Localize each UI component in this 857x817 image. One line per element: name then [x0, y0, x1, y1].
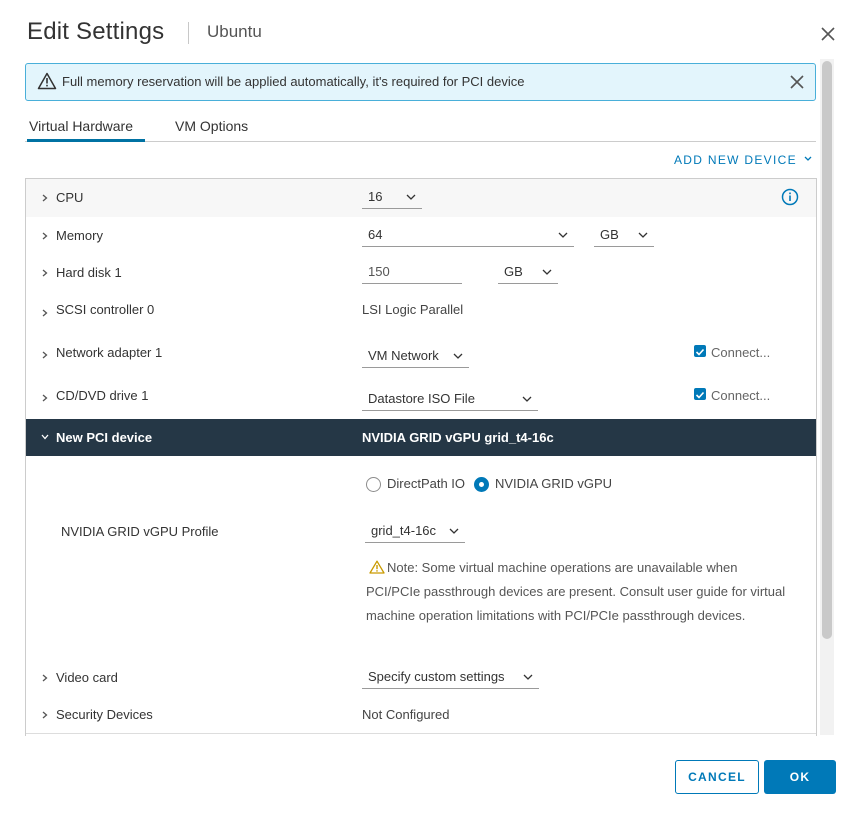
alert-text: Full memory reservation will be applied …: [62, 74, 525, 89]
chevron-down-icon: [542, 269, 552, 275]
chevron-down-icon: [638, 232, 648, 238]
security-value: Not Configured: [362, 707, 450, 722]
memory-unit-select[interactable]: GB: [594, 226, 654, 247]
cpu-label: CPU: [56, 190, 84, 205]
pci-type-row: DirectPath IO NVIDIA GRID vGPU: [26, 456, 816, 514]
alert-banner: Full memory reservation will be applied …: [25, 63, 816, 101]
chevron-down-icon: [522, 396, 532, 402]
hard-disk-size-input[interactable]: 150: [362, 263, 462, 284]
cddvd-label: CD/DVD drive 1: [56, 388, 149, 403]
hardware-row-network[interactable]: Network adapter 1 VM Network Connect...: [26, 333, 816, 377]
hard-disk-label: Hard disk 1: [56, 265, 122, 280]
chevron-right-icon[interactable]: [41, 269, 49, 277]
cpu-value: 16: [368, 189, 383, 204]
warning-icon: [37, 72, 57, 90]
title-divider: [188, 22, 189, 44]
chevron-right-icon[interactable]: [41, 394, 49, 402]
chevron-down-icon: [804, 156, 811, 161]
nvidia-grid-vgpu-label: NVIDIA GRID vGPU: [495, 476, 613, 491]
hardware-row-video[interactable]: Video card Specify custom settings: [26, 659, 816, 697]
chevron-right-icon[interactable]: [41, 194, 49, 202]
ok-button[interactable]: OK: [764, 760, 836, 794]
chevron-right-icon[interactable]: [41, 711, 49, 719]
security-label: Security Devices: [56, 707, 153, 722]
cancel-button[interactable]: CANCEL: [675, 760, 759, 794]
pci-profile-row: NVIDIA GRID vGPU Profile grid_t4-16c: [26, 513, 816, 551]
hardware-row-cpu[interactable]: CPU 16: [26, 179, 816, 218]
cddvd-connect-checkbox[interactable]: [694, 388, 706, 400]
network-select[interactable]: VM Network: [362, 347, 469, 368]
checkbox-checked-icon: [695, 391, 705, 399]
pci-value: NVIDIA GRID vGPU grid_t4-16c: [362, 430, 554, 445]
hardware-row-memory[interactable]: Memory 64 GB: [26, 217, 816, 255]
chevron-right-icon[interactable]: [41, 232, 49, 240]
chevron-down-icon: [449, 528, 459, 534]
profile-label: NVIDIA GRID vGPU Profile: [61, 524, 219, 539]
hardware-row-cddvd[interactable]: CD/DVD drive 1 Datastore ISO File Connec…: [26, 376, 816, 420]
profile-value: grid_t4-16c: [371, 523, 437, 538]
chevron-right-icon[interactable]: [41, 674, 49, 682]
pci-note-row: Note: Some virtual machine operations ar…: [26, 550, 816, 660]
video-label: Video card: [56, 670, 118, 685]
close-icon[interactable]: [818, 24, 838, 44]
warning-icon: [369, 560, 385, 574]
directpath-io-label: DirectPath IO: [387, 476, 466, 491]
scrollbar-thumb[interactable]: [822, 61, 832, 639]
memory-input[interactable]: 64: [362, 226, 574, 247]
info-icon[interactable]: [781, 188, 799, 206]
video-select[interactable]: Specify custom settings: [362, 668, 539, 689]
chevron-down-icon[interactable]: [41, 433, 49, 441]
cddvd-value: Datastore ISO File: [368, 391, 475, 406]
network-label: Network adapter 1: [56, 345, 163, 360]
dialog-subtitle: Ubuntu: [207, 22, 262, 41]
cpu-select[interactable]: 16: [362, 188, 422, 209]
hard-disk-unit-select[interactable]: GB: [498, 263, 558, 284]
add-new-device-label: ADD NEW DEVICE: [674, 153, 797, 167]
pci-label: New PCI device: [56, 430, 153, 445]
memory-value: 64: [368, 227, 383, 242]
network-connect-checkbox[interactable]: [694, 345, 706, 357]
chevron-down-icon: [406, 194, 416, 200]
pci-note-text: Note: Some virtual machine operations ar…: [366, 560, 786, 623]
video-value: Specify custom settings: [368, 669, 505, 684]
hardware-row-security[interactable]: Security Devices Not Configured: [26, 696, 816, 734]
tab-vm-options[interactable]: VM Options: [175, 118, 248, 134]
checkbox-checked-icon: [695, 348, 705, 356]
scsi-value: LSI Logic Parallel: [362, 302, 464, 317]
hardware-list: CPU 16 Memory 64 GB Hard disk 1 150 GB S…: [25, 178, 817, 736]
scsi-label: SCSI controller 0: [56, 302, 155, 317]
chevron-down-icon: [523, 674, 533, 680]
profile-select[interactable]: grid_t4-16c: [365, 522, 465, 543]
network-value: VM Network: [368, 348, 439, 363]
alert-close-icon[interactable]: [790, 75, 804, 89]
tab-virtual-hardware[interactable]: Virtual Hardware: [29, 118, 133, 134]
chevron-right-icon[interactable]: [41, 309, 49, 317]
hardware-row-pci[interactable]: New PCI device NVIDIA GRID vGPU grid_t4-…: [26, 419, 816, 456]
dialog-title: Edit Settings: [27, 18, 165, 45]
add-new-device-button[interactable]: ADD NEW DEVICE: [674, 153, 812, 167]
active-tab-indicator: [27, 139, 145, 142]
cddvd-connect-label: Connect...: [711, 388, 771, 403]
radio-directpath-io[interactable]: [366, 477, 381, 492]
pci-note: Note: Some virtual machine operations ar…: [366, 556, 786, 628]
hardware-row-scsi[interactable]: SCSI controller 0 LSI Logic Parallel: [26, 291, 816, 334]
memory-unit: GB: [600, 227, 619, 242]
hard-disk-value: 150: [368, 264, 390, 279]
chevron-down-icon: [558, 232, 568, 238]
memory-label: Memory: [56, 228, 103, 243]
chevron-down-icon: [453, 353, 463, 359]
hard-disk-unit: GB: [504, 264, 523, 279]
cddvd-select[interactable]: Datastore ISO File: [362, 390, 538, 411]
hardware-row-hard-disk[interactable]: Hard disk 1 150 GB: [26, 254, 816, 292]
network-connect-label: Connect...: [711, 345, 771, 360]
radio-nvidia-grid-vgpu[interactable]: [474, 477, 489, 492]
chevron-right-icon[interactable]: [41, 351, 49, 359]
